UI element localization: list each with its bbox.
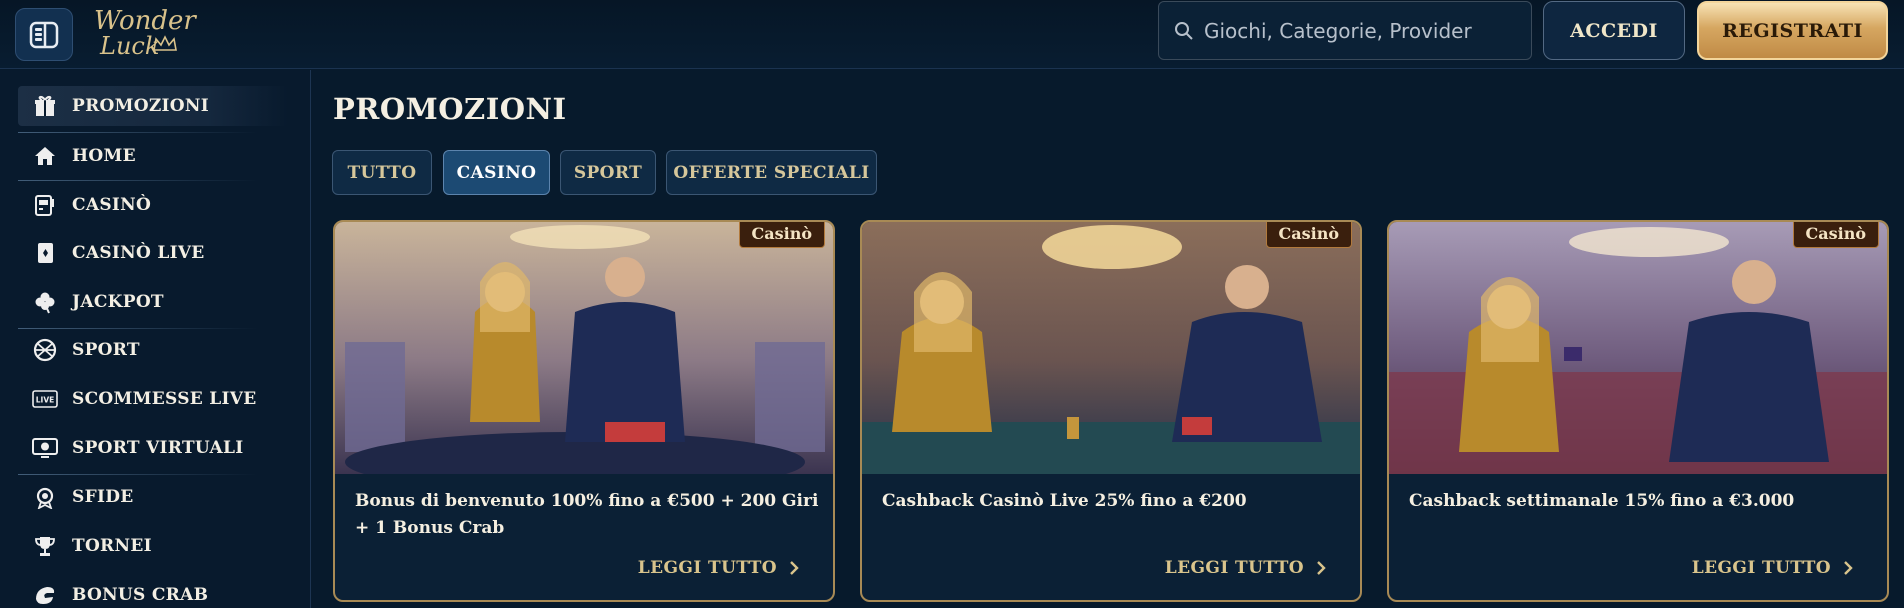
page-title: PROMOZIONI [333, 92, 567, 126]
tab-casino[interactable]: CASINO [443, 150, 550, 195]
sidebar-item-label: PROMOZIONI [72, 96, 210, 116]
crab-claw-icon [30, 580, 60, 608]
sidebar-toggle-icon [29, 21, 59, 48]
sidebar-item-label: SPORT [72, 340, 140, 360]
sidebar-divider [18, 328, 258, 329]
logo-line2: Luck [100, 34, 204, 58]
promo-card[interactable]: Casinò Cashback Casinò Live 25% fino a €… [860, 220, 1362, 602]
promo-image [335, 222, 833, 474]
promo-image [1389, 222, 1887, 474]
chevron-right-icon [790, 561, 799, 575]
sidebar-item-tornei[interactable]: TORNEI [18, 526, 288, 566]
sidebar-item-bonus-crab[interactable]: BONUS CRAB [18, 575, 288, 608]
read-more-link[interactable]: LEGGI TUTTO [638, 558, 799, 578]
category-badge: Casinò [738, 222, 825, 248]
sidebar-item-sfide[interactable]: SFIDE [18, 477, 288, 517]
promo-card[interactable]: Casinò Bonus di benvenuto 100% fino a €5… [333, 220, 835, 602]
category-badge: Casinò [1265, 222, 1352, 248]
register-button[interactable]: REGISTRATI [1697, 1, 1888, 60]
sidebar-item-label: JACKPOT [72, 292, 164, 312]
sidebar-item-promozioni[interactable]: PROMOZIONI [18, 86, 288, 126]
sidebar-item-label: BONUS CRAB [72, 585, 209, 605]
search-box[interactable] [1158, 1, 1532, 60]
read-more-link[interactable]: LEGGI TUTTO [1692, 558, 1853, 578]
sidebar-item-casino[interactable]: CASINÒ [18, 185, 288, 225]
category-badge: Casinò [1792, 222, 1879, 248]
tab-offerte-speciali[interactable]: OFFERTE SPECIALI [666, 150, 877, 195]
sidebar-item-home[interactable]: HOME [18, 136, 288, 176]
medal-icon [30, 482, 60, 512]
read-more-link[interactable]: LEGGI TUTTO [1165, 558, 1326, 578]
sidebar-item-label: HOME [72, 146, 136, 166]
search-input[interactable] [1204, 18, 1524, 43]
promo-card[interactable]: Casinò Cashback settimanale 15% fino a €… [1387, 220, 1889, 602]
login-button[interactable]: ACCEDI [1543, 1, 1685, 60]
sidebar: PROMOZIONI HOME CASINÒ CASINÒ LIVE JACKP… [0, 70, 311, 608]
sidebar-item-label: CASINÒ [72, 195, 152, 215]
top-bar: Wonder Luck ACCEDI REGISTRATI [0, 0, 1904, 69]
sidebar-item-casino-live[interactable]: CASINÒ LIVE [18, 233, 288, 273]
sidebar-item-sport[interactable]: SPORT [18, 330, 288, 370]
live-badge-icon: LIVE [30, 384, 60, 414]
sidebar-item-label: SFIDE [72, 487, 134, 507]
home-icon [30, 141, 60, 171]
promo-title: Bonus di benvenuto 100% fino a €500 + 20… [355, 491, 819, 538]
search-icon [1175, 21, 1193, 40]
sidebar-item-jackpot[interactable]: JACKPOT [18, 282, 288, 322]
tab-tutto[interactable]: TUTTO [332, 150, 432, 195]
sidebar-item-label: SPORT VIRTUALI [72, 438, 244, 458]
basketball-icon [30, 335, 60, 365]
sidebar-item-label: SCOMMESSE LIVE [72, 389, 257, 409]
chevron-right-icon [1844, 561, 1853, 575]
playing-card-icon [30, 238, 60, 268]
sidebar-item-scommesse-live[interactable]: LIVE SCOMMESSE LIVE [18, 379, 288, 419]
sidebar-divider [18, 474, 258, 475]
svg-text:LIVE: LIVE [36, 396, 55, 405]
sidebar-item-label: CASINÒ LIVE [72, 243, 205, 263]
clover-icon [30, 287, 60, 317]
trophy-icon [30, 531, 60, 561]
brand-logo[interactable]: Wonder Luck [94, 4, 204, 62]
sidebar-toggle-button[interactable] [15, 8, 73, 61]
tab-sport[interactable]: SPORT [560, 150, 656, 195]
promo-title: Cashback settimanale 15% fino a €3.000 [1409, 491, 1795, 511]
virtual-screen-icon [30, 433, 60, 463]
logo-line1: Wonder [94, 6, 196, 36]
promo-image [862, 222, 1360, 474]
promo-title: Cashback Casinò Live 25% fino a €200 [882, 491, 1247, 511]
sidebar-item-sport-virtuali[interactable]: SPORT VIRTUALI [18, 428, 288, 468]
sidebar-divider [18, 180, 258, 181]
gift-icon [30, 91, 60, 121]
slot-machine-icon [30, 190, 60, 220]
crown-icon [153, 35, 177, 51]
sidebar-item-label: TORNEI [72, 536, 152, 556]
chevron-right-icon [1317, 561, 1326, 575]
sidebar-divider [18, 132, 258, 133]
